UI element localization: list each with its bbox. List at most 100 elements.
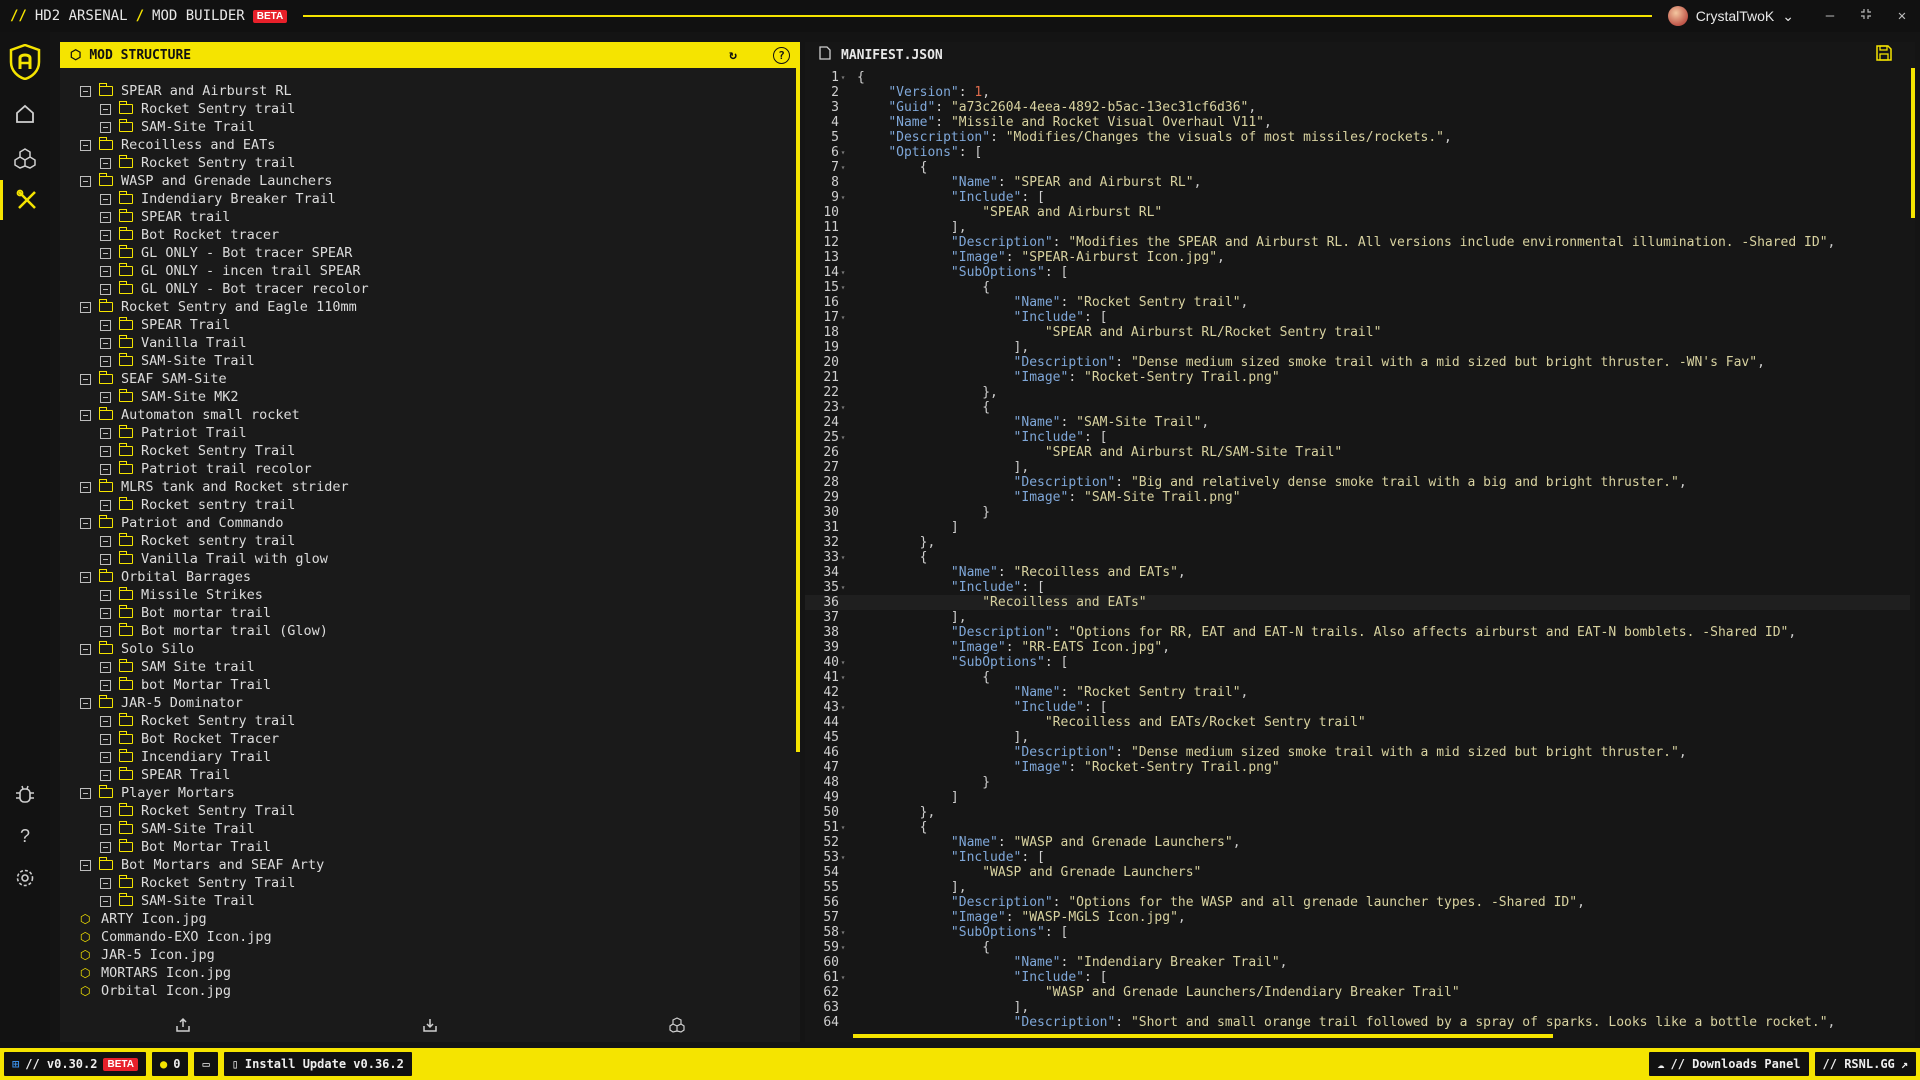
code-line[interactable]: 39 "Image": "RR-EATS Icon.jpg", bbox=[805, 640, 1910, 655]
code-line[interactable]: 53 ▾ "Include": [ bbox=[805, 850, 1910, 865]
code-line[interactable]: 25 ▾ "Include": [ bbox=[805, 430, 1910, 445]
collapse-toggle-icon[interactable] bbox=[100, 211, 111, 223]
code-line[interactable]: 7 ▾ { bbox=[805, 160, 1910, 175]
tree-item-row[interactable]: Patriot Trail bbox=[60, 424, 795, 442]
fold-chevron-icon[interactable]: ▾ bbox=[839, 310, 847, 325]
fold-chevron-icon[interactable]: ▾ bbox=[839, 700, 847, 715]
tree-item-row[interactable]: Missile Strikes bbox=[60, 586, 795, 604]
code-line[interactable]: 38 "Description": "Options for RR, EAT a… bbox=[805, 625, 1910, 640]
code-line[interactable]: 30 } bbox=[805, 505, 1910, 520]
code-line[interactable]: 21 "Image": "Rocket-Sentry Trail.png" bbox=[805, 370, 1910, 385]
tree-item-row[interactable]: Rocket Sentry trail bbox=[60, 712, 795, 730]
import-icon[interactable] bbox=[422, 1017, 438, 1037]
code-line[interactable]: 23 ▾ { bbox=[805, 400, 1910, 415]
tree-folder-row[interactable]: SEAF SAM-Site bbox=[60, 370, 795, 388]
minimize-button[interactable]: – bbox=[1812, 8, 1848, 24]
fold-chevron-icon[interactable]: ▾ bbox=[839, 940, 847, 955]
tree-item-row[interactable]: Bot Rocket tracer bbox=[60, 226, 795, 244]
collapse-toggle-icon[interactable] bbox=[100, 499, 111, 511]
tree-item-row[interactable]: SAM Site trail bbox=[60, 658, 795, 676]
fold-chevron-icon[interactable]: ▾ bbox=[839, 580, 847, 595]
code-line[interactable]: 24 "Name": "SAM-Site Trail", bbox=[805, 415, 1910, 430]
collapse-toggle-icon[interactable] bbox=[80, 517, 91, 529]
code-line[interactable]: 64 "Description": "Short and small orang… bbox=[805, 1015, 1910, 1030]
collapse-toggle-icon[interactable] bbox=[100, 319, 111, 331]
tree-item-row[interactable]: SPEAR Trail bbox=[60, 316, 795, 334]
collapse-toggle-icon[interactable] bbox=[80, 301, 91, 313]
home-icon[interactable] bbox=[0, 94, 50, 134]
collapse-toggle-icon[interactable] bbox=[100, 625, 111, 637]
tree-item-row[interactable]: Patriot trail recolor bbox=[60, 460, 795, 478]
collapse-toggle-icon[interactable] bbox=[100, 877, 111, 889]
code-line[interactable]: 59 ▾ { bbox=[805, 940, 1910, 955]
code-line[interactable]: 4 "Name": "Missile and Rocket Visual Ove… bbox=[805, 115, 1910, 130]
editor-horizontal-scrollbar[interactable] bbox=[853, 1034, 1553, 1038]
code-line[interactable]: 12 "Description": "Modifies the SPEAR an… bbox=[805, 235, 1910, 250]
tree-item-row[interactable]: Bot mortar trail bbox=[60, 604, 795, 622]
code-line[interactable]: 60 "Name": "Indendiary Breaker Trail", bbox=[805, 955, 1910, 970]
tree-file-row[interactable]: ⬡ ARTY Icon.jpg bbox=[60, 910, 795, 928]
tree-item-row[interactable]: Rocket Sentry Trail bbox=[60, 442, 795, 460]
fold-chevron-icon[interactable]: ▾ bbox=[839, 265, 847, 280]
collapse-toggle-icon[interactable] bbox=[100, 265, 111, 277]
tree-item-row[interactable]: GL ONLY - incen trail SPEAR bbox=[60, 262, 795, 280]
settings-gear-icon[interactable] bbox=[0, 858, 50, 898]
collapse-toggle-icon[interactable] bbox=[80, 85, 91, 97]
tree-folder-row[interactable]: Rocket Sentry and Eagle 110mm bbox=[60, 298, 795, 316]
code-line[interactable]: 33 ▾ { bbox=[805, 550, 1910, 565]
collapse-toggle-icon[interactable] bbox=[100, 823, 111, 835]
collapse-toggle-icon[interactable] bbox=[80, 571, 91, 583]
tree-folder-row[interactable]: MLRS tank and Rocket strider bbox=[60, 478, 795, 496]
collapse-toggle-icon[interactable] bbox=[80, 643, 91, 655]
code-line[interactable]: 56 "Description": "Options for the WASP … bbox=[805, 895, 1910, 910]
code-line[interactable]: 52 "Name": "WASP and Grenade Launchers", bbox=[805, 835, 1910, 850]
tree-item-row[interactable]: Incendiary Trail bbox=[60, 748, 795, 766]
code-line[interactable]: 35 ▾ "Include": [ bbox=[805, 580, 1910, 595]
collapse-toggle-icon[interactable] bbox=[100, 193, 111, 205]
collapse-toggle-icon[interactable] bbox=[100, 445, 111, 457]
downloads-panel-button[interactable]: ☁ // Downloads Panel bbox=[1649, 1052, 1809, 1076]
tree-item-row[interactable]: Indendiary Breaker Trail bbox=[60, 190, 795, 208]
collapse-toggle-icon[interactable] bbox=[100, 355, 111, 367]
collapse-toggle-icon[interactable] bbox=[100, 103, 111, 115]
code-line[interactable]: 14 ▾ "SubOptions": [ bbox=[805, 265, 1910, 280]
collapse-toggle-icon[interactable] bbox=[80, 373, 91, 385]
tree-file-row[interactable]: ⬡ JAR-5 Icon.jpg bbox=[60, 946, 795, 964]
fold-chevron-icon[interactable]: ▾ bbox=[839, 400, 847, 415]
tree-item-row[interactable]: Bot Rocket Tracer bbox=[60, 730, 795, 748]
version-status[interactable]: ⊞ // v0.30.2 BETA bbox=[4, 1052, 146, 1076]
code-line[interactable]: 15 ▾ { bbox=[805, 280, 1910, 295]
collapse-toggle-icon[interactable] bbox=[100, 661, 111, 673]
collapse-toggle-icon[interactable] bbox=[100, 769, 111, 781]
help-icon[interactable]: ? bbox=[773, 46, 790, 64]
tree-item-row[interactable]: GL ONLY - Bot tracer recolor bbox=[60, 280, 795, 298]
code-line[interactable]: 63 ], bbox=[805, 1000, 1910, 1015]
tree-folder-row[interactable]: Automaton small rocket bbox=[60, 406, 795, 424]
code-line[interactable]: 48 } bbox=[805, 775, 1910, 790]
fold-chevron-icon[interactable]: ▾ bbox=[839, 655, 847, 670]
code-line[interactable]: 40 ▾ "SubOptions": [ bbox=[805, 655, 1910, 670]
tree-item-row[interactable]: SAM-Site Trail bbox=[60, 892, 795, 910]
code-line[interactable]: 13 "Image": "SPEAR-Airburst Icon.jpg", bbox=[805, 250, 1910, 265]
refresh-icon[interactable]: ↻ bbox=[723, 45, 743, 65]
code-line[interactable]: 29 "Image": "SAM-Site Trail.png" bbox=[805, 490, 1910, 505]
collapse-toggle-icon[interactable] bbox=[100, 751, 111, 763]
code-line[interactable]: 26 "SPEAR and Airburst RL/SAM-Site Trail… bbox=[805, 445, 1910, 460]
collapse-toggle-icon[interactable] bbox=[80, 175, 91, 187]
code-line[interactable]: 9 ▾ "Include": [ bbox=[805, 190, 1910, 205]
tree-item-row[interactable]: bot Mortar Trail bbox=[60, 676, 795, 694]
tree-item-row[interactable]: Bot Mortar Trail bbox=[60, 838, 795, 856]
code-line[interactable]: 18 "SPEAR and Airburst RL/Rocket Sentry … bbox=[805, 325, 1910, 340]
tree-item-row[interactable]: Rocket sentry trail bbox=[60, 496, 795, 514]
tree-folder-row[interactable]: Bot Mortars and SEAF Arty bbox=[60, 856, 795, 874]
code-line[interactable]: 44 "Recoilless and EATs/Rocket Sentry tr… bbox=[805, 715, 1910, 730]
collapse-toggle-icon[interactable] bbox=[80, 409, 91, 421]
code-line[interactable]: 27 ], bbox=[805, 460, 1910, 475]
code-editor[interactable]: 1 ▾{2 "Version": 1, 3 "Guid": "a73c2604-4e… bbox=[805, 70, 1910, 1034]
tree-file-row[interactable]: ⬡ Commando-EXO Icon.jpg bbox=[60, 928, 795, 946]
fold-chevron-icon[interactable]: ▾ bbox=[839, 670, 847, 685]
code-line[interactable]: 51 ▾ { bbox=[805, 820, 1910, 835]
code-line[interactable]: 32 }, bbox=[805, 535, 1910, 550]
tree-folder-row[interactable]: Patriot and Commando bbox=[60, 514, 795, 532]
code-line[interactable]: 58 ▾ "SubOptions": [ bbox=[805, 925, 1910, 940]
